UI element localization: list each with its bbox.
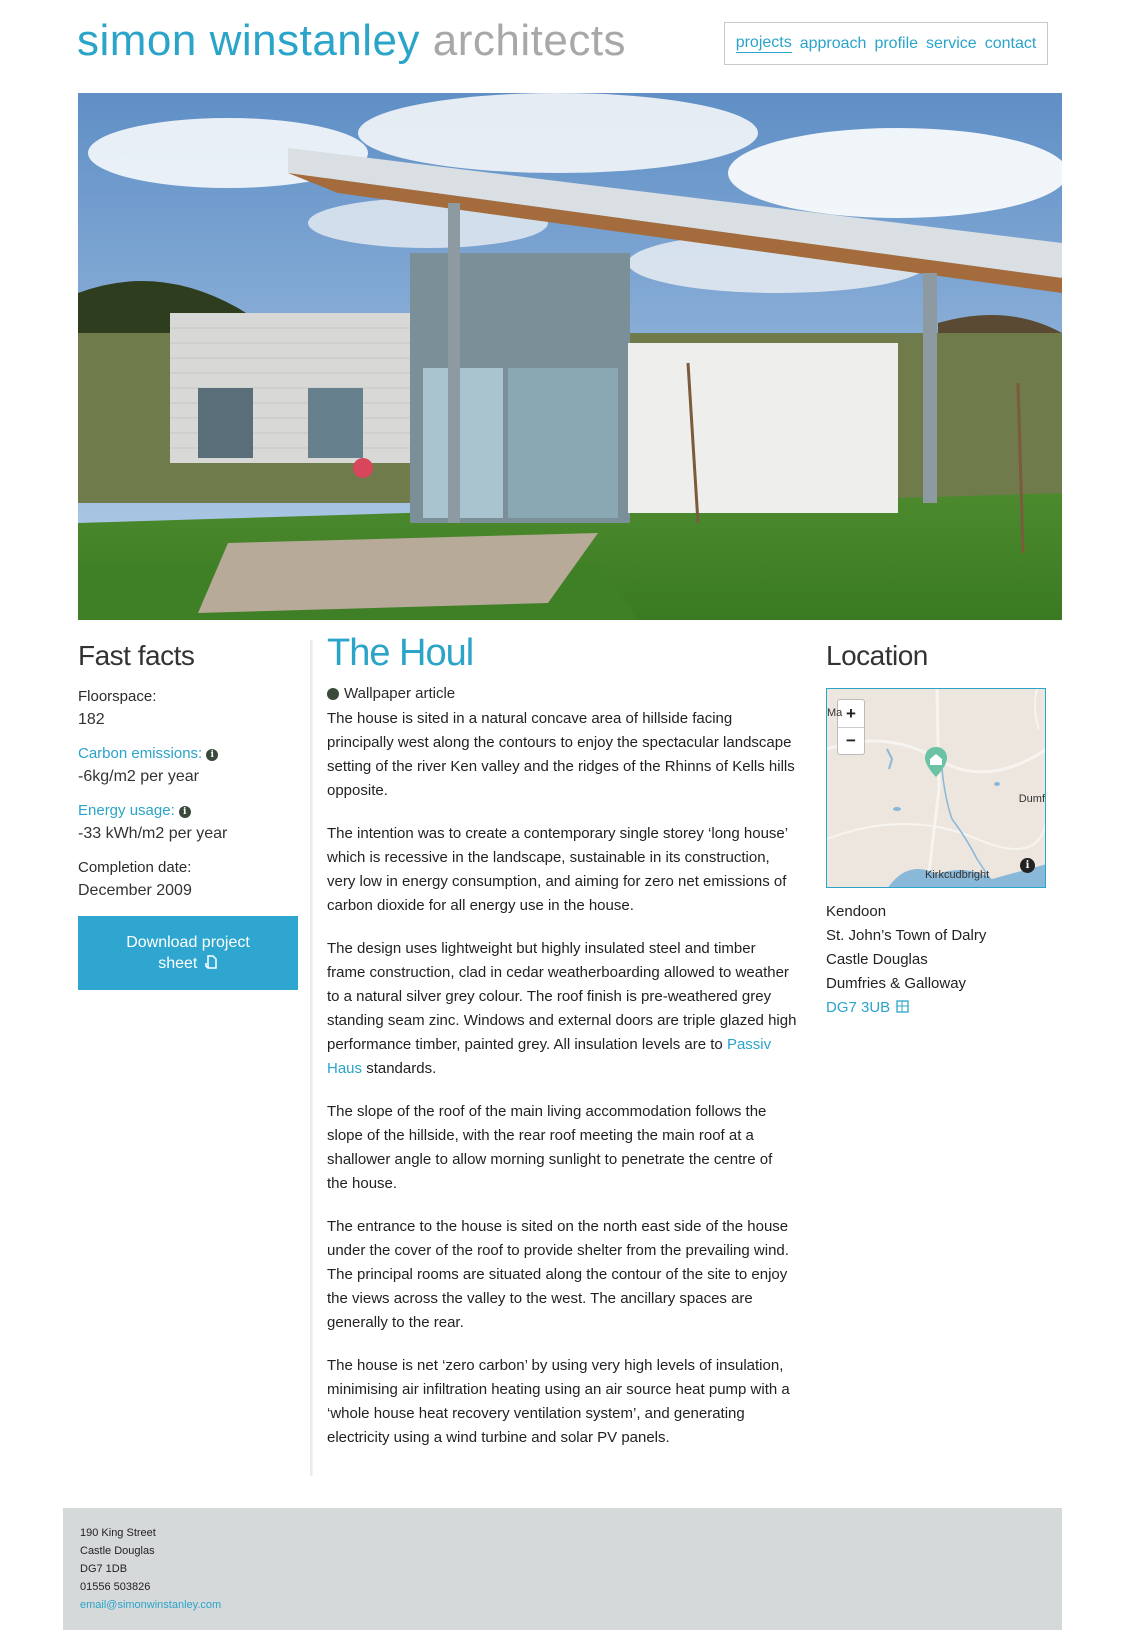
footer-email-link[interactable]: email@simonwinstanley.com xyxy=(80,1596,1045,1614)
download-line1: Download project xyxy=(126,934,250,951)
fast-facts-heading: Fast facts xyxy=(78,640,195,671)
postcode-text[interactable]: DG7 3UB xyxy=(826,999,890,1016)
home-marker-icon[interactable] xyxy=(924,746,948,778)
info-icon[interactable]: i xyxy=(206,749,219,761)
floorspace-value: 182 xyxy=(78,711,105,728)
wallpaper-article-text[interactable]: Wallpaper article xyxy=(344,685,455,702)
address-line: Dumfries & Galloway xyxy=(826,975,967,992)
pdf-download-icon xyxy=(205,955,217,969)
article-paragraph: The intention was to create a contempora… xyxy=(327,825,788,914)
article-paragraph: The design uses lightweight but highly i… xyxy=(327,937,797,1081)
map-label: Kirkcudbright xyxy=(925,869,990,881)
project-title: The Houl xyxy=(327,632,474,674)
address-line: Kendoon xyxy=(826,903,887,920)
project-article: The Houl Wallpaper article The house is … xyxy=(327,632,797,1469)
location-map[interactable]: + − Ma Dumf Kirkcudbright i xyxy=(826,688,1046,888)
hero-photo xyxy=(78,93,1062,620)
nav-projects[interactable]: projects xyxy=(735,34,792,53)
main-nav: projects approach profile service contac… xyxy=(724,22,1048,65)
footer-address-line: Castle Douglas xyxy=(80,1545,155,1557)
download-line2-text: sheet xyxy=(158,955,198,972)
wallpaper-article-link[interactable]: Wallpaper article xyxy=(327,685,797,702)
energy-value: -33 kWh/m2 per year xyxy=(78,825,228,842)
energy-label-text[interactable]: Energy usage: xyxy=(78,802,175,819)
nav-profile[interactable]: profile xyxy=(874,35,918,53)
completion-label: Completion date: xyxy=(78,859,192,876)
footer-address-line: DG7 1DB xyxy=(80,1563,128,1575)
fast-facts: Fast facts Floorspace: 182 Carbon emissi… xyxy=(78,640,298,990)
map-attribution-info-icon[interactable]: i xyxy=(1020,858,1035,873)
energy-label[interactable]: Energy usage: i xyxy=(78,802,298,819)
carbon-value: -6kg/m2 per year xyxy=(78,768,199,785)
address-line: Castle Douglas xyxy=(826,951,928,968)
article-paragraph: The slope of the roof of the main living… xyxy=(327,1103,773,1192)
map-label: Ma xyxy=(827,707,843,719)
column-divider xyxy=(310,640,313,1476)
postcode-link[interactable]: DG7 3UB xyxy=(826,996,1048,1020)
address-line: St. John’s Town of Dalry xyxy=(826,927,987,944)
download-project-sheet-button[interactable]: Download project sheet xyxy=(78,916,298,990)
location-panel: Location + − Ma Dumf Kirkcudbright i Ken… xyxy=(826,640,1048,1020)
floorspace-label: Floorspace: xyxy=(78,688,157,705)
footer-phone: 01556 503826 xyxy=(80,1581,151,1593)
brand-suffix: architects xyxy=(432,16,627,65)
nav-service[interactable]: service xyxy=(926,35,977,53)
carbon-label[interactable]: Carbon emissions: i xyxy=(78,745,298,762)
hero-house-illustration xyxy=(78,93,1062,620)
article-paragraph: The entrance to the house is sited on th… xyxy=(327,1218,789,1331)
map-zoom-out-button[interactable]: − xyxy=(838,727,864,754)
completion-value: December 2009 xyxy=(78,882,192,899)
article-paragraph: The house is net ‘zero carbon’ by using … xyxy=(327,1357,790,1446)
info-icon[interactable]: i xyxy=(178,806,191,818)
carbon-label-text[interactable]: Carbon emissions: xyxy=(78,745,202,762)
site-footer: 190 King Street Castle Douglas DG7 1DB 0… xyxy=(63,1508,1062,1630)
nav-approach[interactable]: approach xyxy=(800,35,867,53)
article-paragraph: The house is sited in a natural concave … xyxy=(327,710,795,799)
brand-name: simon winstanley xyxy=(77,16,421,65)
map-icon[interactable] xyxy=(896,1000,910,1013)
article-paragraph-text: standards. xyxy=(362,1060,437,1077)
site-title[interactable]: simon winstanley architects xyxy=(77,16,626,66)
map-label: Dumf xyxy=(1018,793,1045,805)
location-heading: Location xyxy=(826,640,928,671)
nav-contact[interactable]: contact xyxy=(985,35,1037,53)
globe-icon xyxy=(327,687,339,700)
download-line2: sheet xyxy=(158,953,218,974)
footer-address-line: 190 King Street xyxy=(80,1527,156,1539)
